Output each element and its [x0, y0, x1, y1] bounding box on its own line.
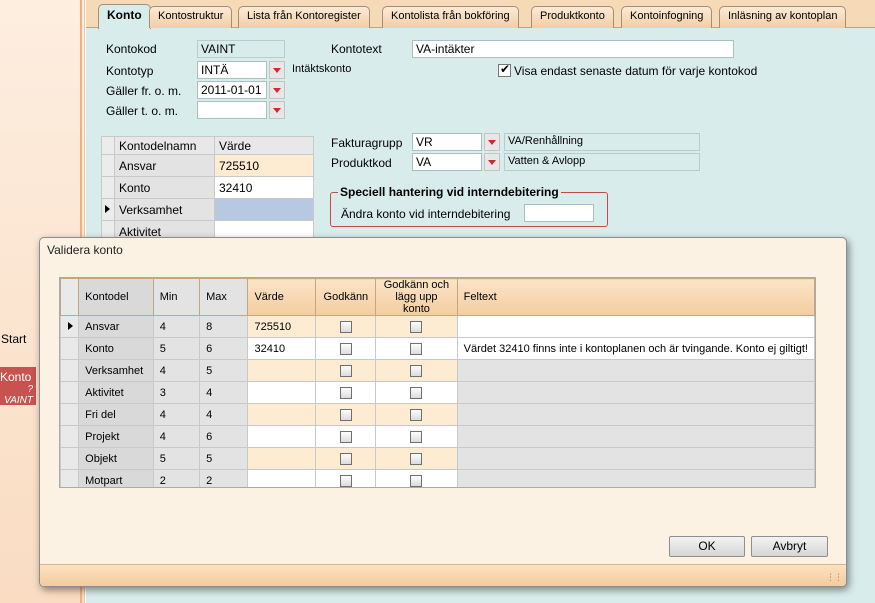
- row-selector-icon: [101, 198, 115, 221]
- kontotyp-label: Kontotyp: [106, 64, 154, 78]
- header-varde: Värde: [247, 278, 317, 316]
- table-row[interactable]: Aktivitet 3 4: [60, 381, 815, 404]
- galler-tom-label: Gäller t. o. m.: [106, 104, 179, 118]
- godkann-checkbox[interactable]: [339, 408, 352, 421]
- kontotyp-dropdown-button[interactable]: [269, 61, 285, 79]
- table-row[interactable]: Motpart 2 2: [60, 469, 815, 487]
- tab-konto[interactable]: Konto: [98, 4, 151, 29]
- fakturagrupp-description: VA/Renhållning: [504, 133, 700, 151]
- grid-cell-value[interactable]: 32410: [214, 176, 314, 199]
- tab-kontoinfogning[interactable]: Kontoinfogning: [621, 6, 713, 28]
- tab-inlasning-kontoplan[interactable]: Inläsning av kontoplan: [719, 6, 847, 28]
- godkann-lagg-upp-checkbox[interactable]: [410, 474, 423, 487]
- godkann-lagg-upp-checkbox[interactable]: [410, 386, 423, 399]
- start-link[interactable]: Start: [1, 332, 26, 346]
- validera-konto-dialog: Validera konto Kontodel Min Max Värde Go…: [39, 237, 847, 587]
- header-godkann-lagg-upp: Godkänn och lägg upp konto: [375, 278, 458, 316]
- resize-grip-icon[interactable]: ⋮⋮: [826, 572, 843, 583]
- grid-cell-value[interactable]: [214, 198, 314, 221]
- godkann-lagg-upp-checkbox[interactable]: [410, 452, 423, 465]
- galler-from-label: Gäller fr. o. m.: [106, 84, 182, 98]
- godkann-lagg-upp-checkbox[interactable]: [410, 430, 423, 443]
- galler-from-field[interactable]: 2011-01-01: [197, 81, 267, 99]
- visa-senaste-label: Visa endast senaste datum för varje kont…: [514, 64, 758, 78]
- andra-konto-label: Ändra konto vid interndebitering: [341, 207, 511, 221]
- table-row[interactable]: Ansvar 4 8 725510: [60, 315, 815, 338]
- table-row[interactable]: Konto 5 6 32410 Värdet 32410 finns inte …: [60, 337, 815, 360]
- konto-nav-label: Konto: [0, 370, 32, 384]
- galler-from-dropdown-button[interactable]: [269, 81, 285, 99]
- dialog-statusbar: ⋮⋮: [40, 564, 846, 586]
- godkann-checkbox[interactable]: [339, 430, 352, 443]
- grid-cell-name: Ansvar: [114, 154, 215, 177]
- galler-tom-field[interactable]: [197, 101, 267, 119]
- godkann-checkbox[interactable]: [339, 364, 352, 377]
- header-max: Max: [199, 278, 249, 316]
- grid-header-varde: Värde: [214, 136, 314, 155]
- fakturagrupp-label: Fakturagrupp: [331, 136, 403, 150]
- kontotext-label: Kontotext: [331, 42, 382, 56]
- dialog-title: Validera konto: [47, 243, 123, 257]
- godkann-checkbox[interactable]: [339, 342, 352, 355]
- grid-cell-name: Verksamhet: [114, 198, 215, 221]
- table-row[interactable]: Konto 32410: [101, 176, 314, 199]
- kontokod-label: Kontokod: [106, 42, 157, 56]
- table-row[interactable]: Ansvar 725510: [101, 154, 314, 177]
- konto-nav-sub: ? VAINT: [4, 384, 33, 406]
- grid-cell-name: Konto: [114, 176, 215, 199]
- header-godkann: Godkänn: [315, 278, 377, 316]
- godkann-checkbox[interactable]: [339, 386, 352, 399]
- produktkod-dropdown-button[interactable]: [484, 153, 500, 171]
- produktkod-select[interactable]: VA: [412, 153, 482, 171]
- godkann-lagg-upp-checkbox[interactable]: [410, 320, 423, 333]
- tab-kontostruktur[interactable]: Kontostruktur: [149, 6, 233, 28]
- header-kontodel: Kontodel: [78, 278, 154, 316]
- header-min: Min: [152, 278, 201, 316]
- produktkod-label: Produktkod: [331, 156, 392, 170]
- visa-senaste-checkbox[interactable]: [498, 62, 511, 77]
- grid-corner: [101, 136, 115, 155]
- tab-lista-kontoregister[interactable]: Lista från Kontoregister: [238, 6, 370, 28]
- kontotyp-description: Intäktskonto: [292, 63, 352, 75]
- tab-kontolista-bokforing[interactable]: Kontolista från bokföring: [382, 6, 519, 28]
- fakturagrupp-select[interactable]: VR: [412, 133, 482, 151]
- avbryt-button[interactable]: Avbryt: [751, 536, 828, 557]
- kontodel-grid: Kontodelnamn Värde Ansvar 725510 Konto 3…: [101, 136, 314, 243]
- table-row[interactable]: Projekt 4 6: [60, 425, 815, 448]
- kontotext-field[interactable]: VA-intäkter: [412, 40, 734, 58]
- kontotyp-select[interactable]: INTÄ: [197, 61, 267, 79]
- tab-produktkonto[interactable]: Produktkonto: [531, 6, 614, 28]
- fakturagrupp-dropdown-button[interactable]: [484, 133, 500, 151]
- produktkod-description: Vatten & Avlopp: [504, 153, 700, 171]
- validation-grid: Kontodel Min Max Värde Godkänn Godkänn o…: [59, 277, 816, 488]
- grid-corner: [60, 278, 80, 316]
- grid-header-kontodelnamn: Kontodelnamn: [114, 136, 215, 155]
- table-row[interactable]: Verksamhet 4 5: [60, 359, 815, 382]
- ok-button[interactable]: OK: [669, 536, 745, 557]
- godkann-lagg-upp-checkbox[interactable]: [410, 364, 423, 377]
- kontokod-field: VAINT: [197, 40, 285, 58]
- error-text: Värdet 32410 finns inte i kontoplanen oc…: [456, 337, 815, 360]
- table-row[interactable]: Objekt 5 5: [60, 447, 815, 470]
- row-selector-icon: [60, 315, 80, 338]
- godkann-lagg-upp-checkbox[interactable]: [410, 342, 423, 355]
- godkann-checkbox[interactable]: [339, 452, 352, 465]
- validation-table: Kontodel Min Max Värde Godkänn Godkänn o…: [60, 278, 815, 487]
- table-row[interactable]: Fri del 4 4: [60, 403, 815, 426]
- header-feltext: Feltext: [456, 278, 815, 316]
- konto-nav-item[interactable]: Konto ? VAINT: [0, 367, 36, 406]
- table-row[interactable]: Verksamhet: [101, 198, 314, 221]
- godkann-checkbox[interactable]: [339, 474, 352, 487]
- godkann-checkbox[interactable]: [339, 320, 352, 333]
- tab-bar: Konto Kontostruktur Lista från Kontoregi…: [86, 0, 875, 29]
- galler-tom-dropdown-button[interactable]: [269, 101, 285, 119]
- andra-konto-field[interactable]: [524, 204, 594, 222]
- godkann-lagg-upp-checkbox[interactable]: [410, 408, 423, 421]
- special-hantering-title: Speciell hantering vid internde­bitering: [338, 185, 561, 199]
- grid-cell-value[interactable]: 725510: [214, 154, 314, 177]
